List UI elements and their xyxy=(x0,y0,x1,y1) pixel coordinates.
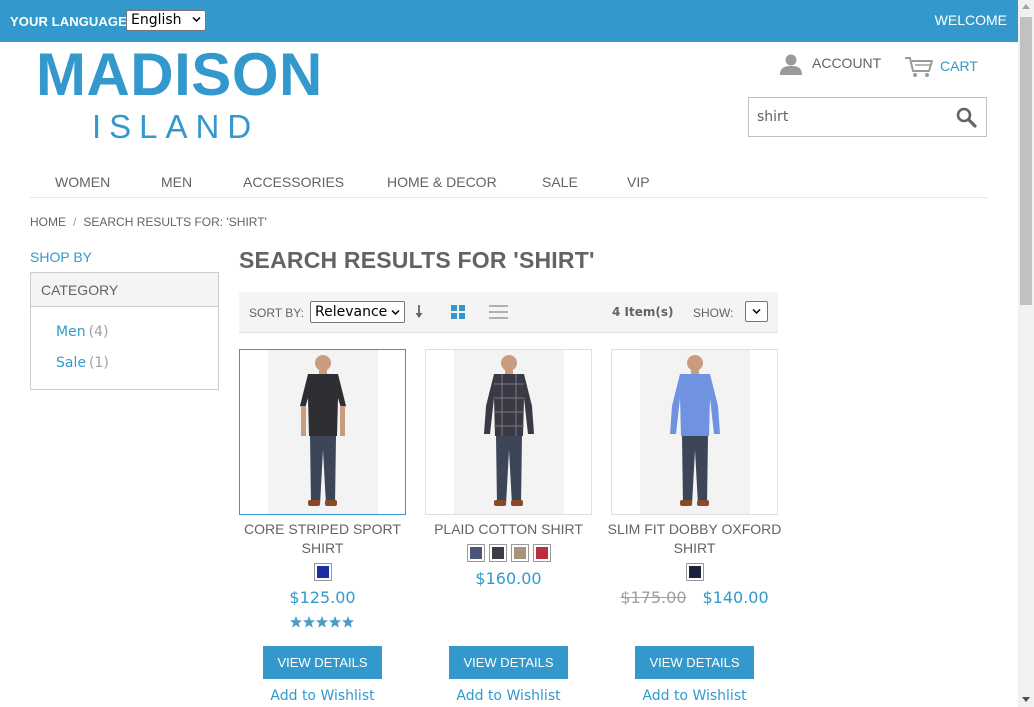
top-bar: YOUR LANGUAGE: English WELCOME xyxy=(0,0,1018,42)
page-scrollbar[interactable] xyxy=(1018,0,1034,707)
sort-by-label: SORT BY: xyxy=(249,306,304,320)
filter-item-count: (4) xyxy=(88,324,109,340)
breadcrumb-home[interactable]: HOME xyxy=(30,215,66,229)
language-select[interactable]: English xyxy=(126,10,206,31)
special-price: $140.00 xyxy=(702,588,769,607)
search-input-value: shirt xyxy=(757,109,789,125)
chevron-down-icon xyxy=(752,308,761,315)
breadcrumb: HOME / SEARCH RESULTS FOR: 'SHIRT' xyxy=(30,215,267,229)
filter-item-label: Sale xyxy=(56,355,86,371)
product-name[interactable]: SLIM FIT DOBBY OXFORD SHIRT xyxy=(601,520,788,558)
nav-item-accessories[interactable]: ACCESSORIES xyxy=(243,174,344,190)
filter-item-label: Men xyxy=(56,324,86,340)
color-swatch[interactable] xyxy=(466,544,485,562)
color-swatch[interactable] xyxy=(313,563,332,581)
view-details-button[interactable]: VIEW DETAILS xyxy=(449,646,568,679)
show-label: SHOW: xyxy=(693,306,734,320)
nav-item-home-decor[interactable]: HOME & DECOR xyxy=(387,174,497,190)
welcome-message: WELCOME xyxy=(934,12,1007,28)
product-name[interactable]: CORE STRIPED SPORT SHIRT xyxy=(229,520,416,558)
main-navigation: WOMEN MEN ACCESSORIES HOME & DECOR SALE … xyxy=(30,163,988,198)
color-swatches xyxy=(239,563,406,581)
scroll-up-arrow-icon[interactable] xyxy=(1022,4,1030,9)
product-photo xyxy=(454,350,564,514)
nav-item-men[interactable]: MEN xyxy=(161,174,192,190)
logo-line-2: ISLAND xyxy=(92,108,260,145)
filter-item-sale[interactable]: Sale (1) xyxy=(56,355,109,371)
color-swatch[interactable] xyxy=(532,544,551,562)
cart-label: CART xyxy=(940,58,978,74)
product-name[interactable]: PLAID COTTON SHIRT xyxy=(415,520,602,539)
add-to-wishlist-link[interactable]: Add to Wishlist xyxy=(239,688,406,704)
sort-direction-arrow-icon[interactable] xyxy=(415,305,423,319)
chevron-down-icon xyxy=(192,16,201,23)
product-photo xyxy=(640,350,750,514)
scroll-thumb[interactable] xyxy=(1020,17,1032,305)
category-filter: CATEGORY Men (4) Sale (1) xyxy=(30,272,219,390)
product-image[interactable] xyxy=(425,349,592,515)
cart-icon xyxy=(905,57,933,77)
view-details-button[interactable]: VIEW DETAILS xyxy=(635,646,754,679)
category-filter-header[interactable]: CATEGORY xyxy=(31,273,218,307)
shop-by-title: SHOP BY xyxy=(30,249,92,265)
color-swatch[interactable] xyxy=(510,544,529,562)
color-swatch[interactable] xyxy=(685,563,704,581)
logo-line-1: MADISON xyxy=(36,41,323,108)
item-count: 4 Item(s) xyxy=(612,305,674,319)
filter-item-men[interactable]: Men (4) xyxy=(56,324,108,340)
color-swatches xyxy=(611,563,778,581)
color-swatch[interactable] xyxy=(488,544,507,562)
product-photo xyxy=(268,350,378,514)
filter-item-count: (1) xyxy=(88,355,109,371)
results-toolbar: SORT BY: Relevance 4 Item(s) SHOW: xyxy=(239,292,778,333)
color-swatches xyxy=(425,544,592,562)
search-icon[interactable] xyxy=(956,107,977,128)
product-price: $175.00 $140.00 xyxy=(611,588,778,607)
sort-by-select[interactable]: Relevance xyxy=(310,301,405,323)
breadcrumb-separator: / xyxy=(73,215,77,229)
grid-view-icon[interactable] xyxy=(451,305,465,319)
list-view-icon[interactable] xyxy=(489,305,508,319)
product-price: $125.00 xyxy=(289,588,356,607)
product-price: $160.00 xyxy=(475,569,542,588)
language-select-value: English xyxy=(131,12,182,28)
account-label: ACCOUNT xyxy=(812,55,882,71)
nav-item-vip[interactable]: VIP xyxy=(627,174,650,190)
breadcrumb-current: SEARCH RESULTS FOR: 'SHIRT' xyxy=(83,215,267,229)
scroll-down-arrow-icon[interactable] xyxy=(1022,697,1030,702)
add-to-wishlist-link[interactable]: Add to Wishlist xyxy=(611,688,778,704)
page-title: SEARCH RESULTS FOR 'SHIRT' xyxy=(239,247,595,273)
search-input[interactable]: shirt xyxy=(748,97,987,137)
product-image[interactable] xyxy=(239,349,406,515)
product-image[interactable] xyxy=(611,349,778,515)
old-price: $175.00 xyxy=(620,588,687,607)
chevron-down-icon xyxy=(391,309,400,316)
language-label: YOUR LANGUAGE: xyxy=(10,14,132,29)
user-icon xyxy=(780,54,802,75)
nav-item-sale[interactable]: SALE xyxy=(542,174,578,190)
sort-by-value: Relevance xyxy=(315,304,388,320)
view-details-button[interactable]: VIEW DETAILS xyxy=(263,646,382,679)
show-per-page-select[interactable] xyxy=(745,301,768,322)
add-to-wishlist-link[interactable]: Add to Wishlist xyxy=(425,688,592,704)
rating-stars-icon xyxy=(290,616,354,628)
nav-item-women[interactable]: WOMEN xyxy=(55,174,110,190)
